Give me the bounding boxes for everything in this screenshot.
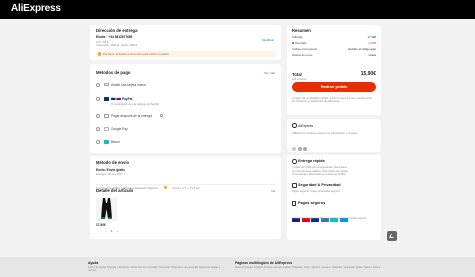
payment-methods-title: Métodos de pago (96, 70, 131, 75)
edit-icon (389, 233, 395, 238)
address-name-phone: Elodie · +34 5612877665 (96, 35, 133, 39)
security-line: Pagos seguros · Datos personales seguros (292, 190, 340, 193)
mastercard-secure-icon (297, 147, 302, 151)
shipping-address-title: Dirección de entrega (96, 28, 138, 33)
shipping-address-card: Dirección de entrega Elodie · +34 561287… (90, 25, 281, 60)
payment-option-pay-later[interactable]: Pagar después de la entrega (96, 113, 274, 121)
view-more-payment-link[interactable]: Ver más (264, 71, 275, 75)
quantity-value[interactable]: 1 (111, 229, 113, 233)
change-address-link[interactable]: Modificar (262, 38, 274, 42)
item-details-title: Detalle del artículo (96, 188, 134, 193)
shield-check-icon (292, 123, 297, 128)
lock-icon (292, 201, 296, 206)
payment-option-label: Google Pay (111, 127, 128, 131)
google-pay-icon (104, 127, 109, 131)
trust-badges (292, 138, 309, 156)
bizum-icon (104, 140, 109, 144)
payment-radio[interactable] (96, 127, 100, 131)
summary-row-label: Gastos de envío (292, 53, 313, 57)
footer-sites-text[interactable]: Rusa, Portugués, Español, Francés, Alemá… (235, 266, 385, 269)
payment-methods-card: Métodos de pago Ver más Añadir una tarje… (90, 64, 281, 153)
cycling-bibshorts-image (101, 198, 112, 219)
warning-icon (98, 52, 102, 56)
delivery-method-title: Método de envío (96, 160, 130, 165)
legal-notice: Al hacer clic en Realizar pedido, confir… (292, 97, 373, 104)
fast-delivery-icon (292, 159, 297, 164)
fast-delivery-title[interactable]: Entrega rápida (298, 159, 325, 163)
footer-help-title: Ayuda (88, 261, 99, 265)
payment-option-label: Añadir una tarjeta nueva (111, 82, 146, 87)
place-order-button-label: Realizar pedido (320, 84, 348, 89)
secure-payments-line: Con socios de pago populares, tus datos … (292, 217, 368, 220)
payment-option-label: Añadir PayPal (111, 97, 133, 101)
divider (96, 184, 276, 185)
trust-brand: AliExpress (298, 123, 314, 128)
secure-payments-title: Pagos seguros (298, 201, 326, 205)
aliexpress-logo[interactable]: AliExpress (11, 3, 61, 14)
fast-delivery-line-3: en la entrega • Reembolso si no llega en… (292, 173, 346, 176)
address-notice-text: Por favor, actualiza tu dirección para r… (103, 52, 169, 57)
quantity-increase-button[interactable]: + (117, 229, 119, 233)
visa-secure-icon (292, 147, 296, 151)
total-tax-note: IVA incluido (292, 77, 307, 81)
delivery-coins: Coins + CT: + 15,5 etc. (172, 186, 201, 190)
payment-radio[interactable] (96, 114, 100, 118)
address-city: Chamartín, Madrid, Spain, 28001 (96, 43, 138, 47)
top-bar: AliExpress (0, 0, 475, 19)
discount-icon (292, 41, 295, 44)
trust-card: AliExpress AliExpress mantiene segura tu… (287, 119, 381, 152)
footer-sites-title: Páginas multilingües de AliExpress (235, 261, 293, 265)
pci-icon (303, 147, 307, 151)
product-image[interactable] (96, 197, 117, 221)
promo-code-input[interactable]: Escribe el código aquí (348, 47, 376, 51)
quantity-stepper[interactable]: − 1 + (105, 229, 121, 233)
payment-radio[interactable] (96, 97, 100, 101)
summary-row-value: -2,00€ (368, 41, 376, 45)
payment-option-new-card[interactable]: Añadir una tarjeta nueva (96, 81, 274, 100)
security-icon (292, 183, 297, 188)
payment-option-sub: Te redirigiremos a la página de PayPal (111, 101, 159, 106)
summary-row-label: Subtotal (292, 35, 303, 39)
summary-row-label: Código promocional (292, 47, 317, 51)
coin-icon (163, 186, 167, 189)
footer-help-text[interactable]: Centro de ayuda, Disputas y Reclamos, Pr… (88, 266, 223, 272)
paypal-icon (104, 97, 109, 101)
total-value: 15,90€ (360, 71, 376, 77)
payment-option-bizum[interactable]: Bizum (96, 139, 274, 147)
payment-radio[interactable] (96, 140, 100, 144)
item-view-link[interactable]: Ver (271, 189, 276, 193)
summary-row-value: Gratis (368, 53, 376, 57)
credit-card-icon (104, 82, 109, 86)
summary-title: Resumen (292, 28, 311, 33)
summary-row-label: Ahorrado (295, 41, 307, 45)
benefits-card: Entrega rápida • Cupón de 3,00€ por entr… (287, 155, 381, 240)
payment-option-google-pay[interactable]: Google Pay (96, 126, 274, 134)
payment-option-label: Pagar después de la entrega (111, 114, 152, 118)
order-summary-card: Resumen Subtotal 17,90€ Ahorrado -2,00€ … (287, 25, 381, 115)
payment-option-paypal[interactable]: Añadir PayPal Te redirigiremos a la pági… (96, 95, 274, 107)
feedback-button[interactable] (387, 231, 397, 241)
address-notice: Por favor, actualiza tu dirección para r… (96, 51, 276, 57)
payment-radio[interactable] (96, 82, 100, 87)
quantity-decrease-button[interactable]: − (105, 229, 107, 233)
item-price: 17,90€ (96, 223, 106, 227)
summary-row-value: 17,90€ (367, 35, 376, 39)
trust-text: AliExpress mantiene segura tu informació… (292, 131, 358, 135)
delivery-card: Método de envío Envío: Envío gratis Entr… (90, 156, 281, 239)
pay-later-icon (104, 114, 109, 118)
info-icon[interactable] (160, 114, 163, 118)
payment-option-label: Bizum (111, 140, 120, 144)
footer: Ayuda Centro de ayuda, Disputas y Reclam… (0, 257, 475, 277)
place-order-button[interactable]: Realizar pedido (292, 82, 376, 92)
security-title[interactable]: Seguridad & Privacidad (298, 183, 341, 187)
